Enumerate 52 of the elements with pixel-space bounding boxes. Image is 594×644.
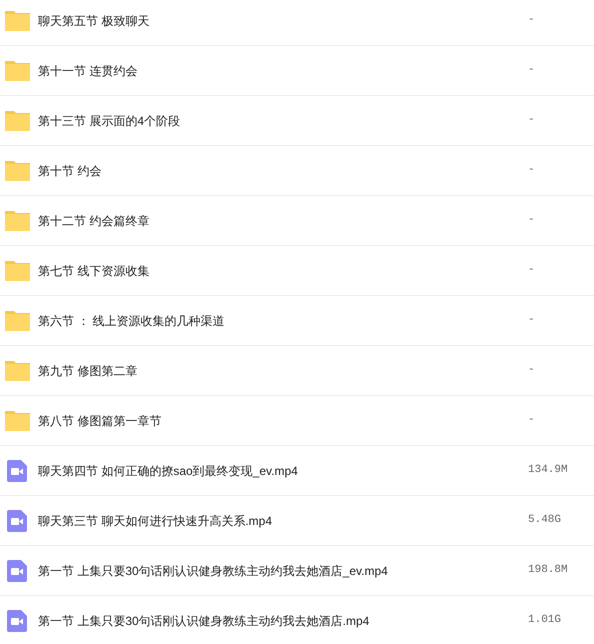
file-name: 第十三节 展示面的4个阶段 <box>38 112 182 130</box>
file-name: 第八节 修图篇第一章节 <box>38 412 162 430</box>
folder-icon <box>5 110 30 131</box>
file-row[interactable]: 第七节 线下资源收集 - <box>0 246 594 296</box>
folder-icon <box>5 60 30 81</box>
folder-icon <box>5 260 30 281</box>
video-icon <box>7 560 27 582</box>
file-size: - <box>528 213 535 228</box>
video-icon <box>7 510 27 532</box>
folder-icon <box>5 160 30 181</box>
folder-icon <box>5 360 30 381</box>
file-name: 第七节 线下资源收集 <box>38 262 150 280</box>
file-name: 第十二节 约会篇终章 <box>38 212 150 230</box>
file-name: 第一节 上集只要30句话刚认识健身教练主动约我去她酒店_ev.mp4 <box>38 562 389 580</box>
file-row[interactable]: 第十节 约会 - <box>0 146 594 196</box>
file-size: - <box>528 13 535 28</box>
file-name: 第一节 上集只要30句话刚认识健身教练主动约我去她酒店.mp4 <box>38 612 370 630</box>
file-row[interactable]: 第一节 上集只要30句话刚认识健身教练主动约我去她酒店.mp4 1.01G <box>0 596 594 644</box>
file-name: 第十一节 连贯约会 <box>38 62 138 80</box>
folder-icon <box>5 10 30 31</box>
file-row[interactable]: 第一节 上集只要30句话刚认识健身教练主动约我去她酒店_ev.mp4 198.8M <box>0 546 594 596</box>
file-size: 5.48G <box>528 513 562 528</box>
video-icon <box>7 460 27 482</box>
file-row[interactable]: 第八节 修图篇第一章节 - <box>0 396 594 446</box>
file-size: 198.8M <box>528 563 568 578</box>
file-row[interactable]: 第九节 修图第二章 - <box>0 346 594 396</box>
file-row[interactable]: 第六节 ： 线上资源收集的几种渠道 - <box>0 296 594 346</box>
file-row[interactable]: 聊天第五节 极致聊天 - <box>0 0 594 46</box>
file-row[interactable]: 聊天第三节 聊天如何进行快速升高关系.mp4 5.48G <box>0 496 594 546</box>
file-size: - <box>528 363 535 378</box>
folder-icon <box>5 210 30 231</box>
file-size: - <box>528 113 535 128</box>
file-name: 聊天第四节 如何正确的撩sao到最终变现_ev.mp4 <box>38 462 299 480</box>
file-row[interactable]: 第十一节 连贯约会 - <box>0 46 594 96</box>
file-name: 聊天第三节 聊天如何进行快速升高关系.mp4 <box>38 512 274 530</box>
file-name: 第十节 约会 <box>38 162 102 180</box>
file-size: 134.9M <box>528 463 568 478</box>
file-name: 聊天第五节 极致聊天 <box>38 12 150 30</box>
file-row[interactable]: 第十三节 展示面的4个阶段 - <box>0 96 594 146</box>
file-size: - <box>528 63 535 78</box>
file-row[interactable]: 第十二节 约会篇终章 - <box>0 196 594 246</box>
file-size: - <box>528 263 535 278</box>
folder-icon <box>5 410 30 431</box>
file-row[interactable]: 聊天第四节 如何正确的撩sao到最终变现_ev.mp4 134.9M <box>0 446 594 496</box>
folder-icon <box>5 310 30 331</box>
file-size: - <box>528 313 535 328</box>
file-size: - <box>528 413 535 428</box>
video-icon <box>7 610 27 632</box>
file-size: 1.01G <box>528 613 562 628</box>
file-name: 第九节 修图第二章 <box>38 362 138 380</box>
file-size: - <box>528 163 535 178</box>
file-name: 第六节 ： 线上资源收集的几种渠道 <box>38 312 226 330</box>
